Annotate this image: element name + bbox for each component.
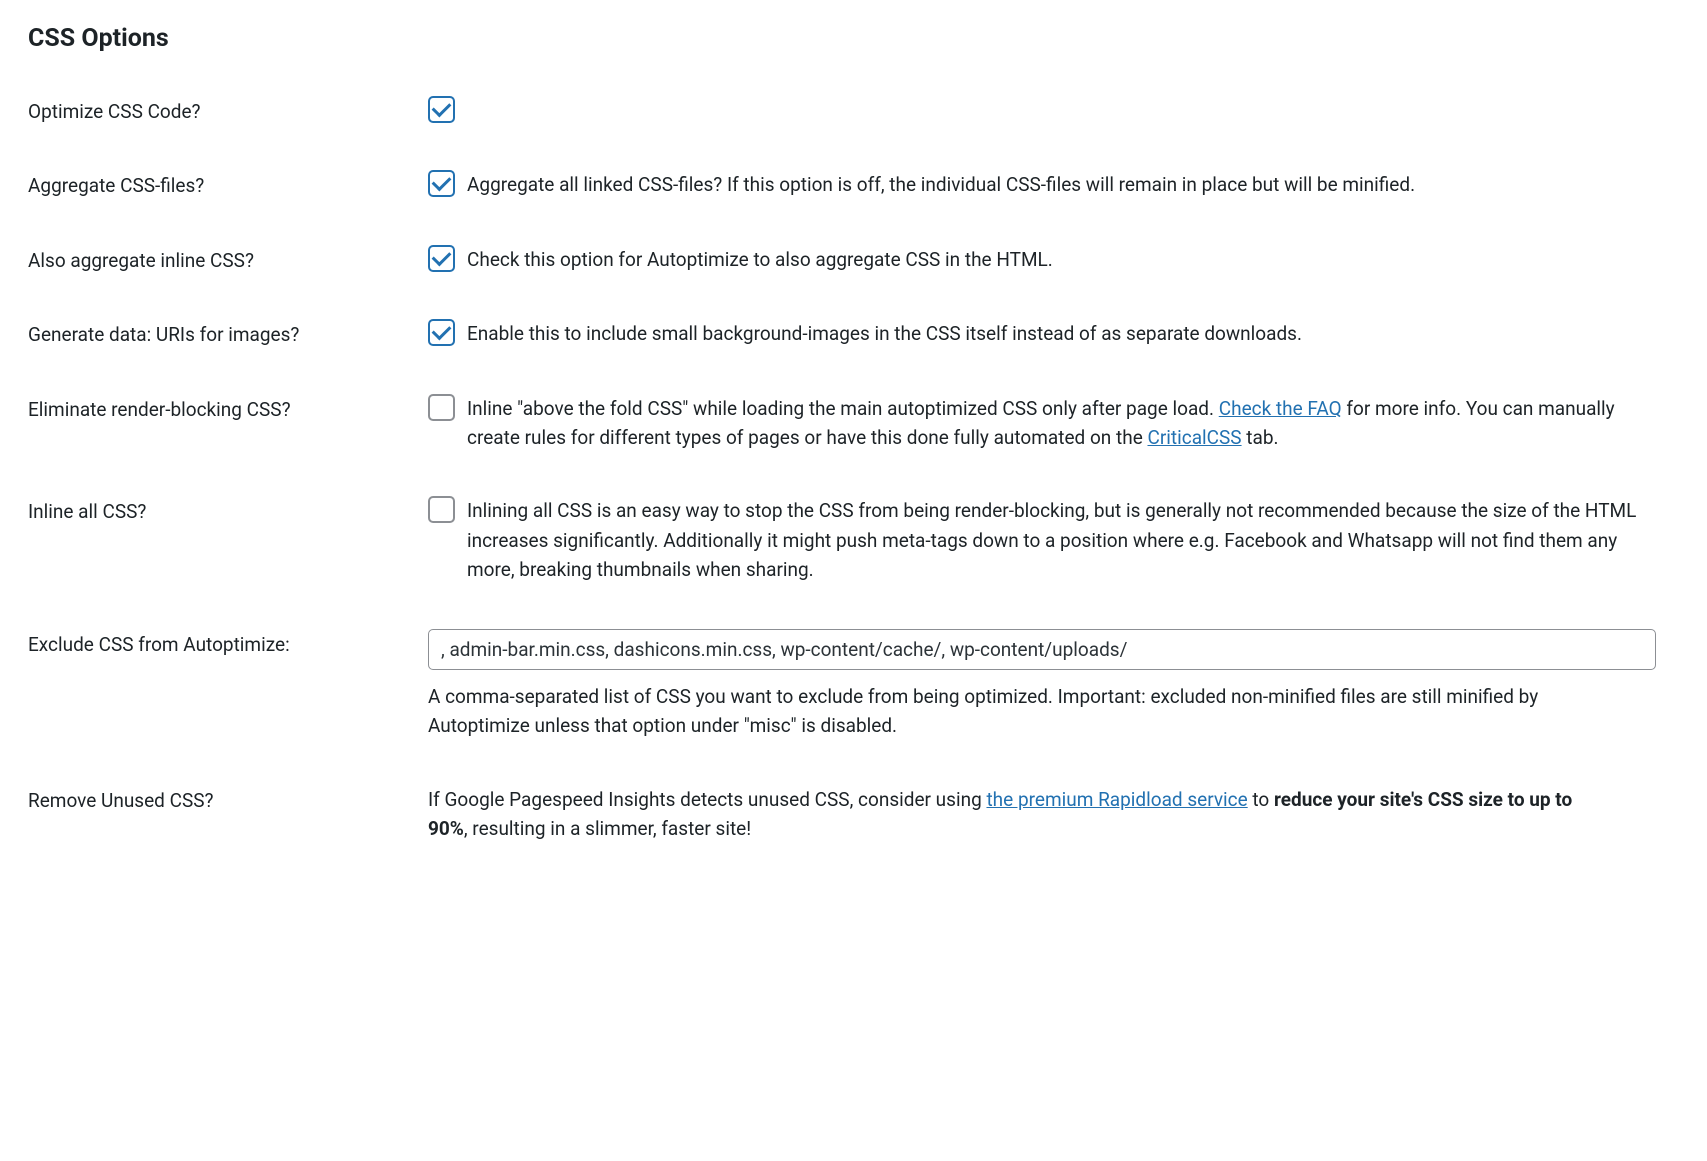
link-check-faq[interactable]: Check the FAQ [1219,397,1342,420]
link-rapidload[interactable]: the premium Rapidload service [986,788,1247,811]
desc-aggregate-inline-css: Check this option for Autoptimize to als… [467,245,1053,274]
checkbox-render-blocking[interactable] [428,394,455,421]
desc-inline-all: Inlining all CSS is an easy way to stop … [467,496,1647,584]
link-criticalcss[interactable]: CriticalCSS [1147,426,1241,449]
row-optimize-css: Optimize CSS Code? [28,96,1679,127]
row-data-uris: Generate data: URIs for images? Enable t… [28,319,1679,350]
label-remove-unused: Remove Unused CSS? [28,785,428,816]
desc-text: If Google Pagespeed Insights detects unu… [428,788,986,811]
label-inline-all: Inline all CSS? [28,496,428,527]
checkbox-data-uris[interactable] [428,319,455,346]
label-optimize-css: Optimize CSS Code? [28,96,428,127]
desc-remove-unused: If Google Pagespeed Insights detects unu… [428,785,1608,844]
row-aggregate-inline-css: Also aggregate inline CSS? Check this op… [28,245,1679,276]
label-data-uris: Generate data: URIs for images? [28,319,428,350]
desc-aggregate-css: Aggregate all linked CSS-files? If this … [467,170,1415,199]
desc-render-blocking: Inline "above the fold CSS" while loadin… [467,394,1647,453]
label-aggregate-inline-css: Also aggregate inline CSS? [28,245,428,276]
checkbox-aggregate-css[interactable] [428,170,455,197]
checkbox-inline-all[interactable] [428,496,455,523]
input-exclude-css[interactable] [428,629,1656,670]
row-aggregate-css: Aggregate CSS-files? Aggregate all linke… [28,170,1679,201]
desc-text: tab. [1242,426,1279,449]
row-exclude-css: Exclude CSS from Autoptimize: A comma-se… [28,629,1679,741]
desc-exclude-css: A comma-separated list of CSS you want t… [428,682,1608,741]
label-exclude-css: Exclude CSS from Autoptimize: [28,629,428,660]
row-render-blocking: Eliminate render-blocking CSS? Inline "a… [28,394,1679,453]
checkbox-optimize-css[interactable] [428,96,455,123]
row-remove-unused: Remove Unused CSS? If Google Pagespeed I… [28,785,1679,844]
desc-text: Inline "above the fold CSS" while loadin… [467,397,1219,420]
label-aggregate-css: Aggregate CSS-files? [28,170,428,201]
desc-data-uris: Enable this to include small background-… [467,319,1302,348]
desc-text: to [1248,788,1274,811]
row-inline-all: Inline all CSS? Inlining all CSS is an e… [28,496,1679,584]
label-render-blocking: Eliminate render-blocking CSS? [28,394,428,425]
section-title: CSS Options [28,20,1679,58]
desc-text: , resulting in a slimmer, faster site! [464,817,751,840]
checkbox-aggregate-inline-css[interactable] [428,245,455,272]
